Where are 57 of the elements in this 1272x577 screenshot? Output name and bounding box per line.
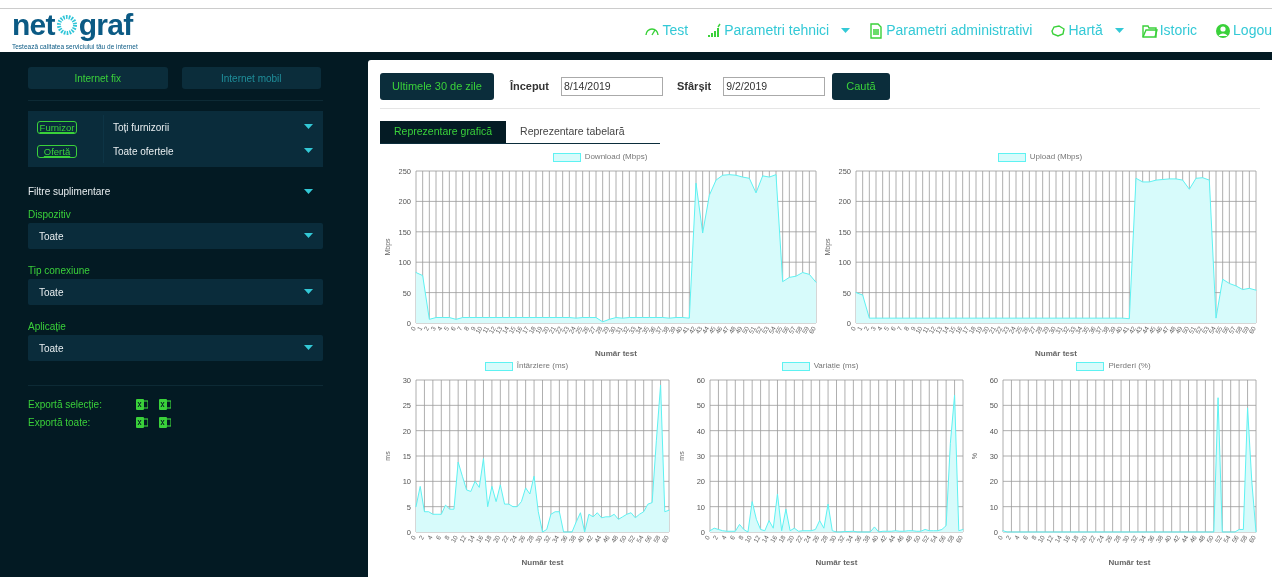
- date-field[interactable]: 9/2/2019: [723, 77, 826, 96]
- caret-icon: [304, 188, 313, 195]
- map-outline-icon: [1050, 22, 1067, 39]
- caret-icon: [304, 345, 313, 351]
- caret-icon: [1114, 27, 1124, 34]
- spreadsheet-icon[interactable]: [136, 417, 148, 428]
- legend-swatch: [781, 361, 810, 371]
- legend-swatch: [1076, 361, 1105, 371]
- x-axis-title: Număr test: [1108, 558, 1151, 567]
- dropdown-select[interactable]: Toate: [28, 223, 323, 249]
- spreadsheet-icon[interactable]: [159, 399, 171, 410]
- logo-ring-icon: [55, 13, 78, 36]
- spreadsheet-icon[interactable]: [159, 417, 171, 428]
- caret-icon: [304, 233, 313, 239]
- x-axis-title: Număr test: [595, 349, 637, 358]
- search-button[interactable]: Caută: [832, 73, 890, 100]
- x-axis-title: Număr test: [521, 558, 564, 567]
- export-label: Exportă toate:: [28, 416, 92, 430]
- caret-icon: [304, 148, 313, 154]
- legend-label: Variație (ms): [813, 360, 859, 372]
- filter-select[interactable]: Toți furnizorii: [103, 115, 323, 139]
- field-label: Tip conexiune: [28, 265, 91, 277]
- dropdown-select[interactable]: Toate: [28, 279, 323, 305]
- field-label: Dispozitiv: [28, 209, 72, 221]
- field-label: Sfârșit: [677, 79, 712, 95]
- preset-button[interactable]: Ultimele 30 de zile: [380, 73, 494, 100]
- legend-label: Întârziere (ms): [516, 360, 569, 372]
- caret-icon: [304, 289, 313, 295]
- filter-select[interactable]: Toate ofertele: [103, 139, 323, 163]
- field-label: Aplicație: [28, 321, 67, 333]
- legend-label: Download (Mbps): [584, 151, 648, 163]
- date-field[interactable]: 8/14/2019: [561, 77, 663, 96]
- spreadsheet-icon[interactable]: [136, 399, 148, 410]
- x-axis-title: Număr test: [815, 558, 857, 567]
- folder-icon: [1141, 22, 1158, 39]
- legend-swatch: [484, 361, 513, 371]
- field-label: Început: [509, 79, 549, 95]
- signal-bars-icon: [706, 22, 723, 39]
- filter-badge: Ofertă: [37, 144, 77, 158]
- export-label: Exportă selecție:: [28, 398, 103, 412]
- view-tab[interactable]: Reprezentare grafică: [380, 121, 507, 143]
- connection-tab[interactable]: Internet fix: [28, 67, 168, 89]
- legend-swatch: [997, 152, 1026, 162]
- x-axis-title: Număr test: [1035, 349, 1077, 358]
- connection-tab[interactable]: Internet mobil: [181, 67, 321, 89]
- legend-label: Upload (Mbps): [1029, 151, 1083, 163]
- logo-text: graf: [78, 9, 133, 40]
- legend-swatch: [552, 152, 581, 162]
- logo-text: net: [12, 9, 55, 40]
- legend-label: Pierderi (%): [1108, 360, 1151, 372]
- user-icon: [1215, 22, 1232, 39]
- filter-badge: Furnizor: [37, 120, 77, 134]
- section-title: Filtre suplimentare: [28, 185, 111, 199]
- caret-icon: [304, 124, 313, 130]
- caret-icon: [841, 27, 851, 34]
- document-icon: [868, 22, 885, 39]
- dropdown-select[interactable]: Toate: [28, 335, 323, 361]
